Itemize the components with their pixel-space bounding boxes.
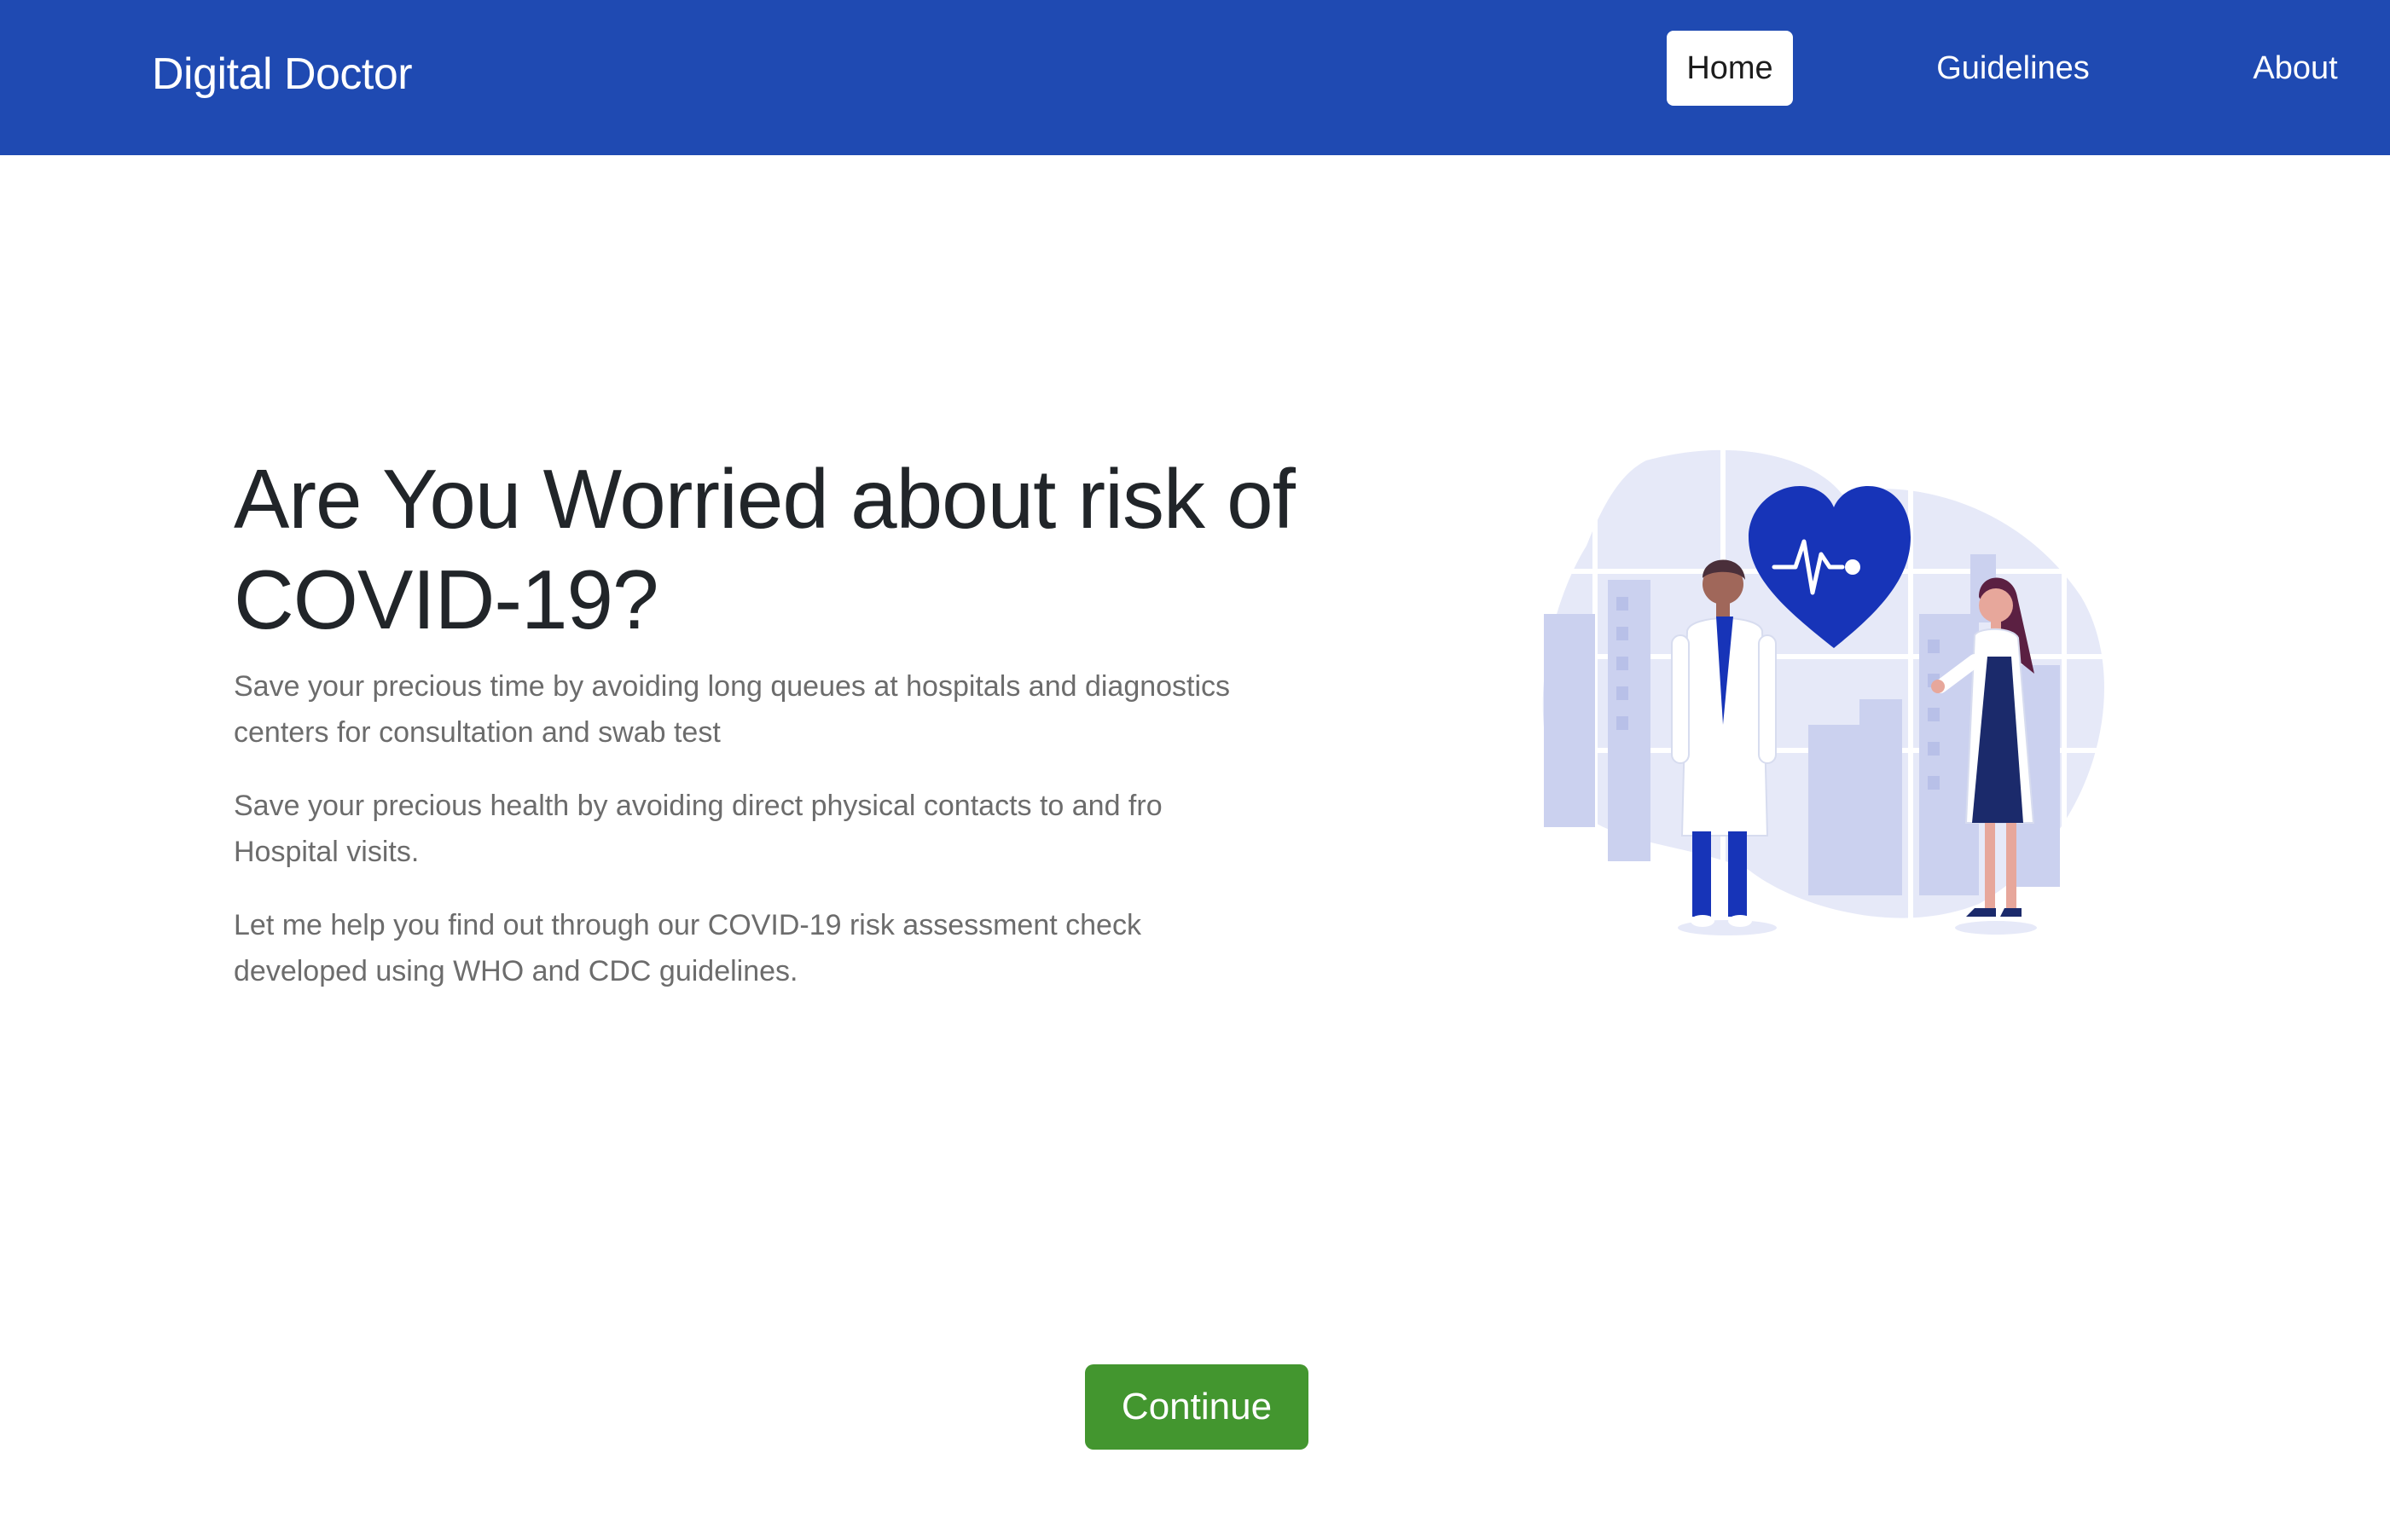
top-navbar: Digital Doctor Home Guidelines About <box>0 0 2390 155</box>
nav-about-link[interactable]: About <box>2233 31 2358 106</box>
hero-paragraph-time: Save your precious time by avoiding long… <box>234 670 1231 749</box>
brand-logo-text[interactable]: Digital Doctor <box>152 44 413 104</box>
continue-button[interactable]: Continue <box>1085 1364 1308 1450</box>
nav-home-link[interactable]: Home <box>1667 31 1793 106</box>
hero-paragraph-assessment: Let me help you find out through our COV… <box>234 909 1141 987</box>
doctors-illustration <box>1535 443 2115 938</box>
nav-guidelines-link[interactable]: Guidelines <box>1911 31 2115 106</box>
doctors-illustration-svg <box>1535 443 2115 935</box>
hero-paragraph-health: Save your precious health by avoiding di… <box>234 790 1163 868</box>
hero-title: Are You Worried about risk of COVID-19? <box>234 452 1296 646</box>
